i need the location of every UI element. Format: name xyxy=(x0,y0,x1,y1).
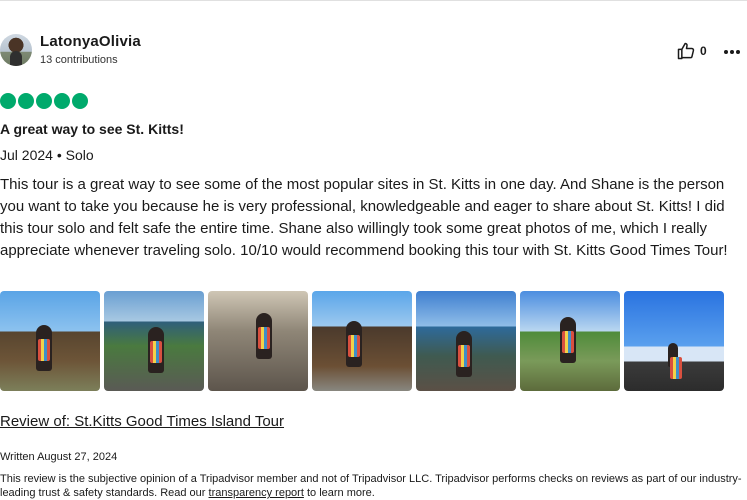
review-photos xyxy=(0,291,724,391)
rating-bubble xyxy=(18,93,34,109)
trip-meta: Jul 2024 • Solo xyxy=(0,147,94,163)
person-figure xyxy=(148,327,164,373)
bubble-rating xyxy=(0,93,88,109)
review-photo[interactable] xyxy=(520,291,620,391)
review-photo[interactable] xyxy=(312,291,412,391)
person-figure xyxy=(668,343,682,379)
contributions-count: 13 contributions xyxy=(40,54,118,66)
more-horizontal-icon[interactable] xyxy=(722,42,742,62)
transparency-report-link[interactable]: transparency report xyxy=(209,487,304,499)
rating-bubble xyxy=(0,93,16,109)
review-photo[interactable] xyxy=(104,291,204,391)
rating-bubble xyxy=(54,93,70,109)
review-disclaimer: This review is the subjective opinion of… xyxy=(0,472,745,500)
person-figure xyxy=(256,313,272,359)
review-of-link[interactable]: Review of: St.Kitts Good Times Island To… xyxy=(0,413,284,430)
helpful-count: 0 xyxy=(700,44,707,58)
rating-bubble xyxy=(72,93,88,109)
person-figure xyxy=(456,331,472,377)
review-title: A great way to see St. Kitts! xyxy=(0,121,184,137)
review-text: This tour is a great way to see some of … xyxy=(0,176,728,259)
written-date: Written August 27, 2024 xyxy=(0,451,118,463)
thumbs-up-icon xyxy=(677,42,695,60)
rating-bubble xyxy=(36,93,52,109)
review-photo[interactable] xyxy=(0,291,100,391)
review-header: LatonyaOlivia 13 contributions 0 xyxy=(0,32,747,68)
person-figure xyxy=(346,321,362,367)
person-figure xyxy=(36,325,52,371)
avatar[interactable] xyxy=(0,34,32,66)
person-figure xyxy=(560,317,576,363)
review-photo[interactable] xyxy=(624,291,724,391)
review-photo[interactable] xyxy=(416,291,516,391)
review-photo[interactable] xyxy=(208,291,308,391)
divider xyxy=(0,0,747,1)
username[interactable]: LatonyaOlivia xyxy=(40,33,141,50)
disclaimer-suffix: to learn more. xyxy=(303,487,375,499)
helpful-vote-button[interactable]: 0 xyxy=(676,41,707,61)
